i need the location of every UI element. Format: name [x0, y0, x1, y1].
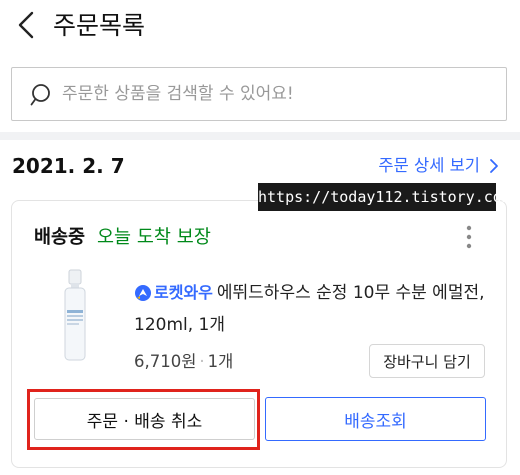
search-icon — [30, 84, 50, 106]
search-input[interactable] — [62, 68, 492, 120]
rocket-wow-label: 로켓와우 — [154, 283, 213, 302]
order-date: 2021. 2. 7 — [12, 154, 125, 178]
product-price: 6,710원 — [134, 352, 197, 371]
product-image[interactable] — [50, 268, 100, 364]
product-description[interactable]: 로켓와우 에뛰드하우스 순정 10무 수분 에멀전, 120ml, 1개 — [134, 277, 494, 341]
rocket-icon — [135, 285, 151, 301]
delivery-status: 배송중 오늘 도착 보장 — [34, 225, 211, 251]
rocket-wow-badge: 로켓와우 — [134, 277, 213, 309]
more-options-icon[interactable] — [466, 225, 472, 249]
watermark: https://today112.tistory.com — [258, 183, 511, 211]
price-quantity: 6,710원 · 1개 — [134, 349, 233, 375]
section-divider — [0, 132, 520, 140]
add-to-cart-button[interactable]: 장바구니 담기 — [369, 344, 485, 378]
separator-dot: · — [199, 352, 205, 371]
header: 주문목록 — [0, 0, 520, 52]
order-detail-label: 주문 상세 보기 — [378, 156, 480, 175]
status-label: 배송중 — [34, 227, 86, 248]
back-arrow-icon[interactable] — [14, 10, 38, 40]
search-bar[interactable] — [11, 67, 507, 121]
delivery-promise: 오늘 도착 보장 — [96, 227, 211, 248]
track-delivery-button[interactable]: 배송조회 — [265, 397, 486, 441]
chevron-right-icon — [490, 159, 498, 173]
page-title: 주문목록 — [53, 11, 146, 40]
product-quantity: 1개 — [207, 352, 234, 371]
order-detail-link[interactable]: 주문 상세 보기 — [378, 154, 500, 178]
cancel-order-button[interactable]: 주문 · 배송 취소 — [34, 398, 255, 440]
order-card: 배송중 오늘 도착 보장 로켓와우 에뛰드하우스 순정 10무 수분 에멀전, … — [11, 200, 507, 468]
